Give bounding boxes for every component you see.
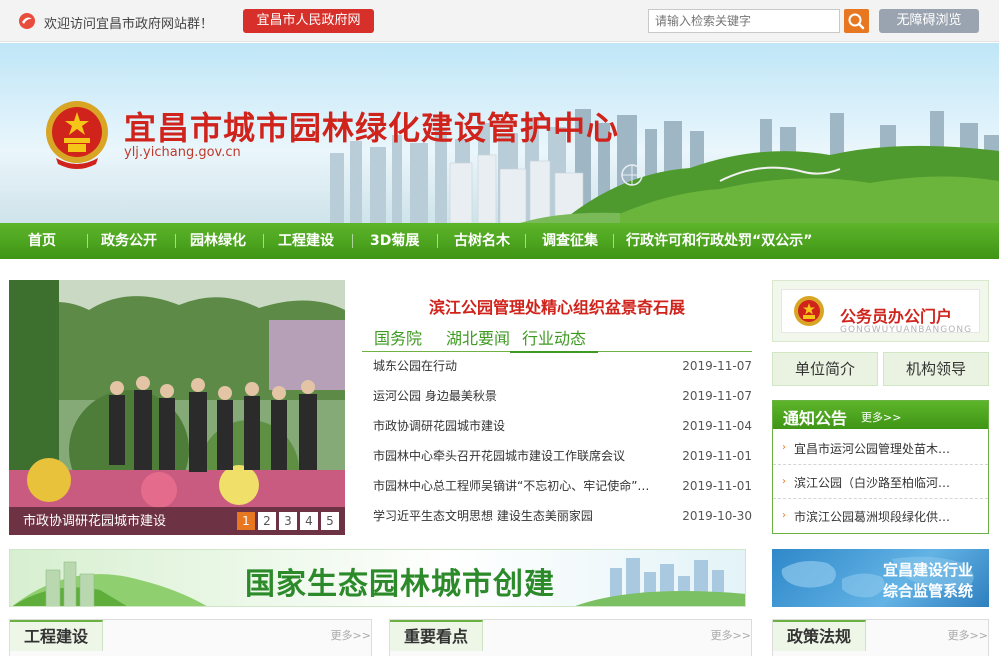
slide-dot[interactable]: 3 — [279, 512, 297, 530]
civil-servant-portal[interactable]: 公务员办公门户 GONGWUYUANBANGONG — [772, 280, 989, 342]
news-title[interactable]: 市政协调研花园城市建设 — [373, 414, 663, 438]
tab-state-council[interactable]: 国务院 — [374, 325, 422, 349]
notice-panel: 通知公告 更多>> › 宜昌市运河公园管理处苗木… › 滨江公园（白沙路至柏临河… — [772, 400, 989, 534]
news-date: 2019-10-30 — [682, 509, 752, 523]
news-list: 城东公园在行动 2019-11-07 运河公园 身边最美秋景 2019-11-0… — [362, 354, 752, 534]
news-tabs: 国务院 湖北要闻 行业动态 — [362, 318, 752, 353]
nav-survey[interactable]: 调查征集 — [542, 223, 598, 259]
photo-slideshow[interactable]: 市政协调研花园城市建设 1 2 3 4 5 — [9, 280, 345, 535]
national-emblem-icon — [46, 101, 108, 169]
gov-site-link[interactable]: 宜昌市人民政府网 — [243, 9, 374, 33]
news-date: 2019-11-04 — [682, 419, 752, 433]
tab-hubei-news[interactable]: 湖北要闻 — [446, 325, 510, 349]
nav-ancient-trees[interactable]: 古树名木 — [454, 223, 510, 259]
notice-text[interactable]: 市滨江公园葛洲坝段绿化供… — [794, 508, 980, 525]
site-title: 宜昌市城市园林绿化建设管护中心 — [124, 109, 620, 147]
site-url: ylj.yichang.gov.cn — [124, 145, 241, 160]
news-item[interactable]: 市政协调研花园城市建设 2019-11-04 — [362, 414, 752, 444]
news-title[interactable]: 市园林中心总工程师吴镝讲“不忘初心、牢记使命”… — [373, 474, 663, 498]
top-bar: 欢迎访问宜昌市政府网站群！ 宜昌市人民政府网 无障碍浏览 — [0, 0, 999, 42]
slide-caption[interactable]: 市政协调研花园城市建设 — [23, 510, 166, 529]
nav-separator — [352, 234, 353, 248]
news-date: 2019-11-07 — [682, 359, 752, 373]
nav-construction[interactable]: 工程建设 — [278, 223, 334, 259]
news-date: 2019-11-01 — [682, 449, 752, 463]
portal-subtitle: GONGWUYUANBANGONG — [840, 325, 973, 335]
supervision-system-banner[interactable]: 宜昌建设行业 综合监管系统 — [772, 549, 989, 607]
nav-separator — [263, 234, 264, 248]
news-title[interactable]: 学习近平生态文明思想 建设生态美丽家园 — [373, 504, 663, 528]
tab-industry-news[interactable]: 行业动态 — [510, 325, 599, 353]
nav-3d-chrysanthemum[interactable]: 3D菊展 — [370, 223, 419, 259]
notice-item[interactable]: › 市滨江公园葛洲坝段绿化供… — [773, 499, 988, 533]
section-title[interactable]: 重要看点 — [390, 620, 484, 651]
welcome-text: 欢迎访问宜昌市政府网站群！ — [44, 17, 214, 32]
eco-banner-text: 国家生态园林城市创建 — [245, 567, 555, 602]
nav-separator — [87, 234, 88, 248]
news-title[interactable]: 市园林中心牵头召开花园城市建设工作联席会议 — [373, 444, 663, 468]
news-title[interactable]: 城东公园在行动 — [373, 354, 663, 378]
portal-title: 公务员办公门户 — [840, 307, 953, 326]
search-icon — [848, 13, 865, 30]
leaders-button[interactable]: 机构领导 — [883, 352, 989, 386]
section-policies: 政策法规 更多>> — [772, 619, 989, 656]
news-date: 2019-11-07 — [682, 389, 752, 403]
slide-dot[interactable]: 1 — [237, 512, 255, 530]
notice-title: 通知公告 — [783, 409, 848, 428]
news-item[interactable]: 城东公园在行动 2019-11-07 — [362, 354, 752, 384]
headline-news[interactable]: 滨江公园管理处精心组织盆景奇石展 — [362, 294, 752, 318]
site-logo-icon — [19, 13, 35, 29]
header-banner: 宜昌市城市园林绿化建设管护中心 ylj.yichang.gov.cn — [0, 43, 999, 223]
search-input[interactable] — [648, 9, 840, 33]
nav-dual-publicity[interactable]: 行政许可和行政处罚“双公示” — [626, 223, 812, 259]
section-title[interactable]: 工程建设 — [10, 620, 104, 651]
nav-greening[interactable]: 园林绿化 — [190, 223, 246, 259]
bullet-arrow-icon: › — [782, 442, 786, 453]
nav-home[interactable]: 首页 — [28, 223, 56, 259]
nav-gov-affairs[interactable]: 政务公开 — [101, 223, 157, 259]
nav-separator — [613, 234, 614, 248]
news-title[interactable]: 运河公园 身边最美秋景 — [373, 384, 663, 408]
slide-dot[interactable]: 5 — [321, 512, 339, 530]
slide-dot[interactable]: 2 — [258, 512, 276, 530]
notice-text[interactable]: 滨江公园（白沙路至柏临河… — [794, 474, 980, 491]
unit-intro-button[interactable]: 单位简介 — [772, 352, 878, 386]
search-button[interactable] — [844, 9, 869, 33]
slide-dot[interactable]: 4 — [300, 512, 318, 530]
notice-item[interactable]: › 宜昌市运河公园管理处苗木… — [773, 431, 988, 465]
accessibility-button[interactable]: 无障碍浏览 — [879, 9, 979, 33]
news-item[interactable]: 学习近平生态文明思想 建设生态美丽家园 2019-10-30 — [362, 504, 752, 534]
section-more-link[interactable]: 更多>> — [331, 627, 371, 643]
section-title[interactable]: 政策法规 — [773, 620, 867, 651]
section-construction: 工程建设 更多>> — [9, 619, 372, 656]
notice-item[interactable]: › 滨江公园（白沙路至柏临河… — [773, 465, 988, 499]
news-date: 2019-11-01 — [682, 479, 752, 493]
news-item[interactable]: 市园林中心牵头召开花园城市建设工作联席会议 2019-11-01 — [362, 444, 752, 474]
portal-card: 公务员办公门户 GONGWUYUANBANGONG — [781, 289, 980, 335]
nav-separator — [525, 234, 526, 248]
system-title-line1: 宜昌建设行业 — [882, 561, 973, 579]
system-title-line2: 综合监管系统 — [882, 582, 973, 600]
notice-text[interactable]: 宜昌市运河公园管理处苗木… — [794, 440, 980, 457]
eco-city-banner[interactable]: 国家生态园林城市创建 — [9, 549, 746, 607]
national-emblem-icon — [794, 296, 824, 326]
section-more-link[interactable]: 更多>> — [948, 627, 988, 643]
section-highlights: 重要看点 更多>> — [389, 619, 752, 656]
nav-separator — [437, 234, 438, 248]
bullet-arrow-icon: › — [782, 476, 786, 487]
notice-more-link[interactable]: 更多>> — [861, 409, 901, 425]
section-more-link[interactable]: 更多>> — [711, 627, 751, 643]
bullet-arrow-icon: › — [782, 510, 786, 521]
slide-photo — [9, 280, 345, 535]
slide-pagination: 1 2 3 4 5 — [237, 512, 339, 530]
news-item[interactable]: 市园林中心总工程师吴镝讲“不忘初心、牢记使命”… 2019-11-01 — [362, 474, 752, 504]
main-nav: 首页 政务公开 园林绿化 工程建设 3D菊展 古树名木 调查征集 行政许可和行政… — [0, 223, 999, 259]
nav-separator — [175, 234, 176, 248]
news-item[interactable]: 运河公园 身边最美秋景 2019-11-07 — [362, 384, 752, 414]
